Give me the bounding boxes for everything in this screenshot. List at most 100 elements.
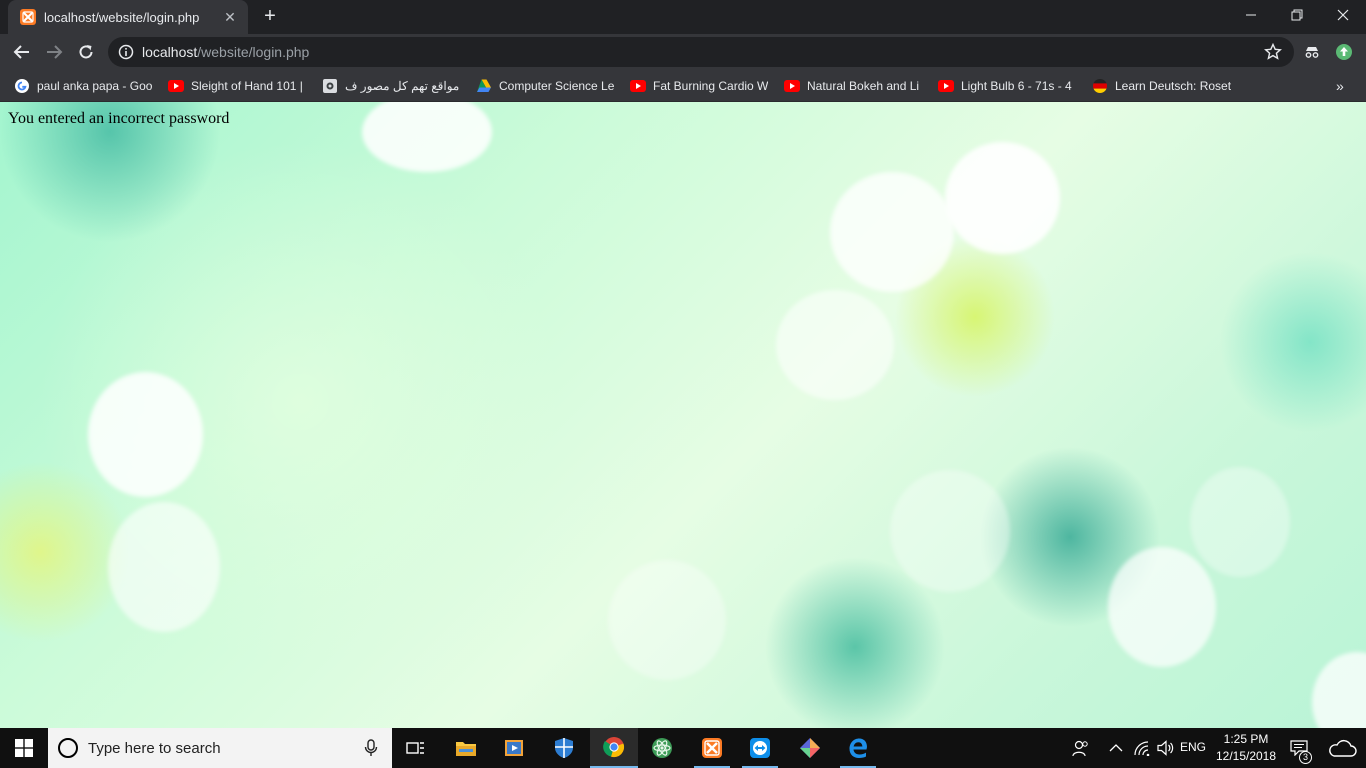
- teamviewer-taskbar-button[interactable]: [736, 728, 784, 768]
- google-drive-icon: [476, 78, 492, 94]
- minimize-button[interactable]: [1228, 0, 1274, 30]
- incognito-icon: [1305, 47, 1319, 58]
- bookmark-item[interactable]: Fat Burning Cardio W: [630, 76, 770, 96]
- file-explorer-icon: [456, 742, 476, 756]
- bokeh-light: [88, 372, 203, 497]
- bokeh-light: [108, 502, 220, 632]
- youtube-icon: [784, 78, 800, 94]
- reload-button[interactable]: [72, 38, 100, 66]
- chrome-icon: [603, 737, 625, 758]
- edge-taskbar-button[interactable]: [834, 728, 882, 768]
- camera-icon: [322, 78, 338, 94]
- taskbar-search-box[interactable]: Type here to search: [48, 728, 392, 768]
- reload-icon: [79, 45, 93, 59]
- forward-button[interactable]: [40, 38, 68, 66]
- clock[interactable]: 1:25 PM 12/15/2018: [1212, 731, 1280, 765]
- bookmark-item[interactable]: Learn Deutsch: Roset: [1092, 76, 1232, 96]
- teamviewer-icon: [750, 738, 770, 758]
- close-window-button[interactable]: [1320, 0, 1366, 30]
- tab-close-icon[interactable]: ✕: [222, 9, 238, 26]
- windows-defender-button[interactable]: [540, 728, 588, 768]
- xampp-taskbar-button[interactable]: [688, 728, 736, 768]
- atom-icon: [652, 738, 672, 758]
- git-diamond-icon: [800, 738, 820, 758]
- input-language[interactable]: ENG: [1180, 740, 1206, 754]
- incognito-extension-button[interactable]: [1298, 38, 1326, 66]
- windows-taskbar: Type here to search ENG 1:25 PM 12/15/20…: [0, 728, 1366, 768]
- windows-logo-icon: [15, 739, 33, 757]
- back-arrow-icon: [13, 45, 29, 59]
- bookmark-item[interactable]: Natural Bokeh and Li: [784, 76, 924, 96]
- bookmarks-bar: paul anka papa - Goo Sleight of Hand 101…: [0, 70, 1366, 102]
- media-player-icon: [505, 740, 523, 756]
- bokeh-light: [1190, 467, 1290, 577]
- url-path: /website/login.php: [197, 44, 310, 60]
- people-icon: [1072, 740, 1088, 757]
- info-icon[interactable]: [118, 44, 134, 60]
- microphone-icon[interactable]: [356, 733, 386, 763]
- minimize-icon: [1246, 14, 1256, 16]
- atom-editor-button[interactable]: [638, 728, 686, 768]
- clock-time: 1:25 PM: [1223, 732, 1269, 746]
- xampp-icon: [20, 9, 36, 25]
- file-explorer-button[interactable]: [442, 728, 490, 768]
- bookmark-item[interactable]: Sleight of Hand 101 |: [168, 76, 308, 96]
- youtube-icon: [938, 78, 954, 94]
- bookmark-item[interactable]: مواقع تهم كل مصور ف: [322, 76, 462, 96]
- bookmark-item[interactable]: paul anka papa - Goo: [14, 76, 152, 96]
- chevron-up-icon: [1109, 744, 1123, 752]
- cortana-icon: [58, 738, 78, 758]
- bookmark-star-icon[interactable]: [1264, 43, 1282, 61]
- browser-tab[interactable]: localhost/website/login.php ✕: [8, 0, 248, 34]
- url-text: localhost/website/login.php: [142, 44, 309, 60]
- media-player-button[interactable]: [490, 728, 538, 768]
- bokeh-light: [776, 290, 894, 400]
- update-available-icon: [1336, 44, 1352, 60]
- bokeh-light: [608, 560, 726, 680]
- action-center-button[interactable]: 3: [1284, 728, 1314, 768]
- bokeh-light: [362, 102, 492, 172]
- search-placeholder: Type here to search: [88, 739, 221, 757]
- speaker-icon: [1157, 740, 1174, 756]
- bokeh-light: [945, 142, 1060, 254]
- bokeh-light: [830, 172, 954, 292]
- google-icon: [14, 78, 30, 94]
- show-hidden-icons-button[interactable]: [1104, 728, 1128, 768]
- onedrive-button[interactable]: [1322, 728, 1362, 768]
- tab-title: localhost/website/login.php: [44, 9, 200, 25]
- browser-toolbar: localhost/website/login.php: [0, 34, 1366, 70]
- back-button[interactable]: [8, 38, 36, 66]
- task-view-icon: [406, 742, 424, 754]
- bokeh-light: [1108, 547, 1216, 667]
- page-content: You entered an incorrect password: [0, 102, 1366, 728]
- youtube-icon: [630, 78, 646, 94]
- bokeh-light: [1312, 652, 1366, 728]
- browser-tab-strip: localhost/website/login.php ✕ +: [0, 0, 1366, 34]
- youtube-icon: [168, 78, 184, 94]
- restore-button[interactable]: [1274, 0, 1320, 30]
- shield-icon: [555, 738, 573, 758]
- network-button[interactable]: [1130, 728, 1154, 768]
- chrome-taskbar-button[interactable]: [590, 728, 638, 768]
- address-bar[interactable]: localhost/website/login.php: [108, 37, 1294, 67]
- volume-button[interactable]: [1154, 728, 1178, 768]
- close-icon: [1337, 9, 1349, 21]
- wifi-icon: [1134, 741, 1150, 756]
- start-button[interactable]: [0, 728, 48, 768]
- new-tab-button[interactable]: +: [258, 5, 282, 29]
- people-button[interactable]: [1068, 728, 1094, 768]
- bookmarks-overflow-chevron-icon[interactable]: »: [1336, 76, 1352, 96]
- task-view-button[interactable]: [392, 728, 440, 768]
- git-tool-button[interactable]: [786, 728, 834, 768]
- restore-icon: [1291, 9, 1303, 21]
- forward-arrow-icon: [47, 45, 63, 59]
- bokeh-light: [890, 470, 1010, 592]
- edge-icon: [849, 738, 867, 758]
- bookmark-item[interactable]: Light Bulb 6 - 71s - 4: [938, 76, 1078, 96]
- url-host: localhost: [142, 44, 198, 60]
- error-message: You entered an incorrect password: [8, 110, 230, 127]
- profile-update-button[interactable]: [1330, 38, 1358, 66]
- onedrive-cloud-icon: [1329, 739, 1357, 757]
- clock-date: 12/15/2018: [1215, 749, 1277, 763]
- bookmark-item[interactable]: Computer Science Le: [476, 76, 614, 96]
